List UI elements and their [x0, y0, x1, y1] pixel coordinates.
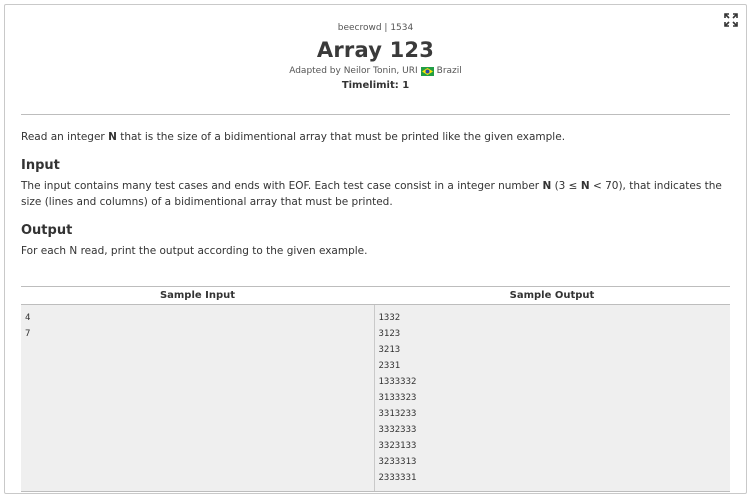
- sample-output-line: 3233313: [378, 457, 417, 467]
- sample-output-line: 3213: [378, 345, 401, 355]
- input-var: N: [542, 180, 552, 192]
- country-text: Brazil: [436, 66, 462, 76]
- sample-output-line: 2333331: [378, 473, 417, 483]
- input-heading: Input: [21, 158, 60, 173]
- sample-output-line: 3332333: [378, 425, 417, 435]
- sample-output-line: 1333332: [378, 377, 417, 387]
- author-text: Adapted by Neilor Tonin, URI: [289, 66, 418, 76]
- output-paragraph: For each N read, print the output accord…: [21, 245, 368, 257]
- sample-input-header: Sample Input: [21, 286, 374, 305]
- sample-output-line: 1332: [378, 313, 401, 323]
- judge-label: beecrowd | 1534: [337, 23, 414, 33]
- description-paragraph: Read an integer N that is the size of a …: [21, 129, 730, 145]
- sample-output-line: 3313233: [378, 409, 417, 419]
- samples-table: Sample Input Sample Output 4 7 1332 3123…: [21, 286, 730, 492]
- input-text-mid: (3 ≤: [551, 180, 581, 192]
- description-var: N: [108, 131, 117, 143]
- sample-output-line: 3133323: [378, 393, 417, 403]
- author-line: Adapted by Neilor Tonin, URI Brazil: [5, 66, 746, 76]
- problem-statement: Read an integer N that is the size of a …: [21, 129, 730, 259]
- output-heading: Output: [21, 223, 73, 238]
- sample-input-line: 7: [25, 329, 31, 339]
- sample-output-header: Sample Output: [374, 286, 730, 305]
- problem-header: beecrowd | 1534 Array 123 Adapted by Nei…: [5, 23, 746, 91]
- problem-card: beecrowd | 1534 Array 123 Adapted by Nei…: [4, 4, 747, 494]
- sample-input-cell[interactable]: 4 7: [21, 304, 375, 492]
- input-paragraph: The input contains many test cases and e…: [21, 178, 730, 210]
- sample-output-line: 3323133: [378, 441, 417, 451]
- input-text: The input contains many test cases and e…: [21, 180, 543, 192]
- problem-title: Array 123: [316, 38, 435, 62]
- description-text-end: that is the size of a bidimentional arra…: [116, 131, 566, 143]
- description-text: Read an integer: [21, 131, 109, 143]
- input-var-2: N: [580, 180, 590, 192]
- header-divider: [21, 114, 730, 115]
- sample-output-line: 2331: [378, 361, 401, 371]
- sample-output-cell[interactable]: 1332 3123 3213 2331 1333332 3133323 3313…: [374, 304, 730, 492]
- sample-output-line: 3123: [378, 329, 401, 339]
- brazil-flag-icon: [420, 66, 434, 76]
- sample-input-line: 4: [25, 313, 31, 323]
- timelimit-label: Timelimit: 1: [341, 80, 410, 91]
